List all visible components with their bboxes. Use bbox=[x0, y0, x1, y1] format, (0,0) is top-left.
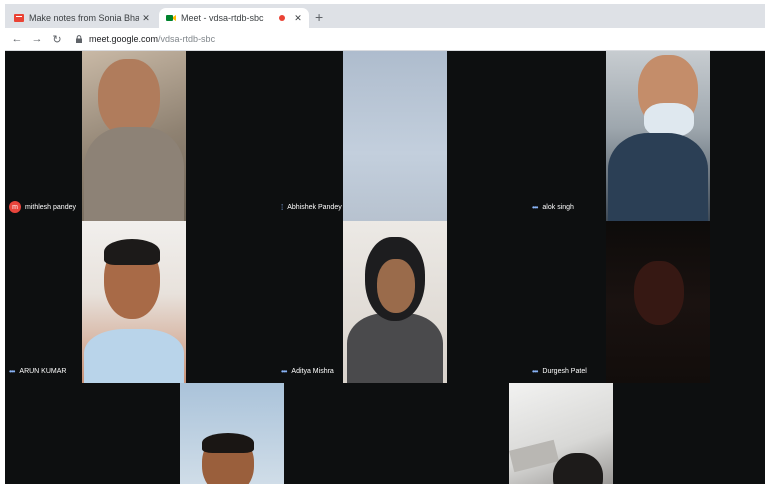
participant-video bbox=[180, 383, 284, 484]
participant-tile[interactable]: m mithlesh pandey bbox=[5, 51, 277, 221]
tab-title: Meet - vdsa-rtdb-sbc bbox=[181, 13, 264, 23]
more-options-icon[interactable]: ••• bbox=[281, 367, 287, 376]
meeting-grid: m mithlesh pandey ⁞ Abhishek Pandey ••• … bbox=[5, 51, 765, 484]
participant-video bbox=[606, 221, 710, 383]
participant-video bbox=[343, 51, 447, 221]
participant-name: ARUN KUMAR bbox=[19, 368, 67, 375]
participant-name: Aditya Mishra bbox=[291, 368, 334, 375]
participant-video bbox=[343, 221, 447, 383]
participant-tile[interactable] bbox=[385, 383, 765, 484]
recording-dot-icon bbox=[279, 15, 285, 21]
participant-name: mithlesh pandey bbox=[25, 203, 76, 211]
participant-tile[interactable]: ⁞ Abhishek Pandey bbox=[277, 51, 502, 221]
reload-icon[interactable]: ↻ bbox=[49, 33, 65, 46]
participant-video bbox=[606, 51, 710, 221]
forward-arrow-icon[interactable]: → bbox=[29, 33, 45, 45]
lock-icon bbox=[76, 35, 82, 43]
browser-toolbar: ← → ↻ meet.google.com/vdsa-rtdb-sbc bbox=[5, 28, 765, 51]
url-host: meet.google.com bbox=[89, 34, 159, 44]
participant-video bbox=[82, 51, 186, 221]
new-tab-button[interactable]: + bbox=[315, 9, 323, 25]
meet-favicon-icon bbox=[166, 13, 176, 23]
tab-title: Make notes from Sonia Bhatt ... bbox=[29, 13, 139, 23]
participant-tile[interactable]: ••• Durgesh Patel bbox=[502, 221, 765, 383]
participant-avatar: m bbox=[9, 201, 21, 213]
more-options-icon[interactable]: ••• bbox=[532, 367, 538, 376]
notes-favicon-icon bbox=[14, 13, 24, 23]
participant-name: alok singh bbox=[542, 204, 574, 211]
participant-tile[interactable] bbox=[5, 383, 385, 484]
participant-name: Durgesh Patel bbox=[542, 368, 587, 375]
browser-window: Make notes from Sonia Bhatt ... ✕ Meet -… bbox=[5, 4, 765, 484]
speaking-indicator-icon: ⁞ bbox=[281, 203, 284, 212]
tab-strip: Make notes from Sonia Bhatt ... ✕ Meet -… bbox=[5, 4, 765, 28]
participant-name: Abhishek Pandey bbox=[287, 204, 342, 211]
close-tab-icon[interactable]: ✕ bbox=[139, 13, 153, 24]
participant-video bbox=[82, 221, 186, 383]
tab-notes[interactable]: Make notes from Sonia Bhatt ... ✕ bbox=[7, 8, 157, 28]
back-arrow-icon[interactable]: ← bbox=[9, 33, 25, 45]
more-options-icon[interactable]: ••• bbox=[532, 203, 538, 212]
url-path: /vdsa-rtdb-sbc bbox=[158, 34, 216, 44]
participant-tile[interactable]: ••• alok singh bbox=[502, 51, 765, 221]
participant-video bbox=[509, 383, 613, 484]
participant-tile[interactable]: ••• Aditya Mishra bbox=[277, 221, 502, 383]
close-tab-icon[interactable]: ✕ bbox=[291, 13, 305, 24]
participant-tile[interactable]: ••• ARUN KUMAR bbox=[5, 221, 277, 383]
address-bar[interactable]: meet.google.com/vdsa-rtdb-sbc bbox=[75, 31, 755, 47]
more-options-icon[interactable]: ••• bbox=[9, 367, 15, 376]
tab-meet[interactable]: Meet - vdsa-rtdb-sbc ✕ bbox=[159, 8, 309, 28]
